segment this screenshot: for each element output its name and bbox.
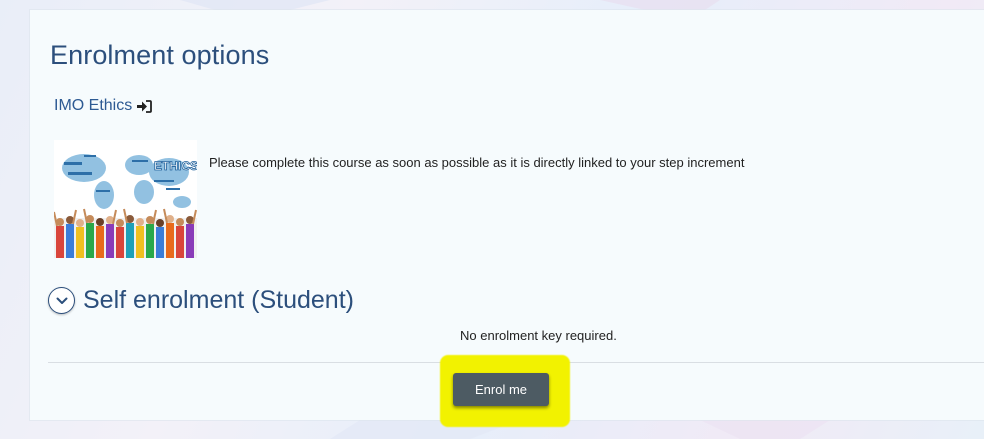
enrolment-options-panel: Enrolment options IMO Ethics ETHICS Plea…	[30, 10, 984, 427]
enrol-me-button[interactable]: Enrol me	[453, 373, 549, 406]
course-image: ETHICS	[54, 140, 197, 258]
course-name-link[interactable]: IMO Ethics	[54, 97, 153, 115]
chevron-down-icon	[56, 292, 68, 310]
self-enrolment-title: Self enrolment (Student)	[83, 286, 354, 314]
svg-text:ETHICS: ETHICS	[154, 159, 197, 173]
collapse-toggle-button[interactable]	[48, 287, 75, 314]
enrolment-key-note: No enrolment key required.	[460, 328, 617, 343]
self-enrolment-header: Self enrolment (Student)	[48, 286, 354, 315]
page-title: Enrolment options	[50, 40, 270, 70]
sign-in-icon	[137, 99, 153, 113]
course-name-label: IMO Ethics	[54, 97, 133, 114]
course-summary: Please complete this course as soon as p…	[209, 155, 745, 170]
